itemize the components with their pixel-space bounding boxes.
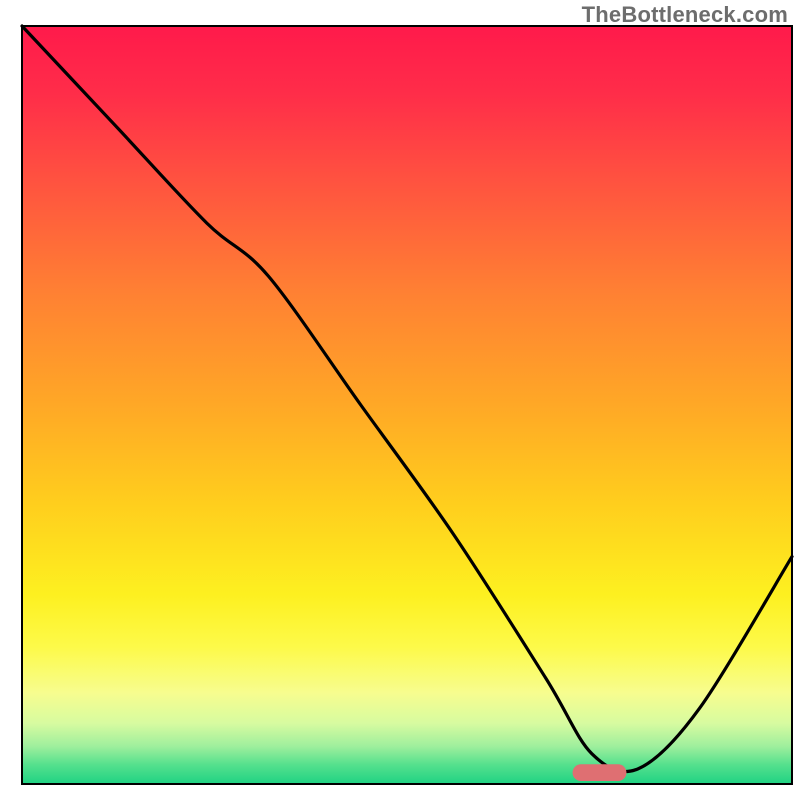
bottleneck-chart xyxy=(0,0,800,800)
watermark-text: TheBottleneck.com xyxy=(582,2,788,28)
optimal-marker xyxy=(573,764,627,781)
chart-container: TheBottleneck.com xyxy=(0,0,800,800)
plot-background xyxy=(22,26,792,784)
